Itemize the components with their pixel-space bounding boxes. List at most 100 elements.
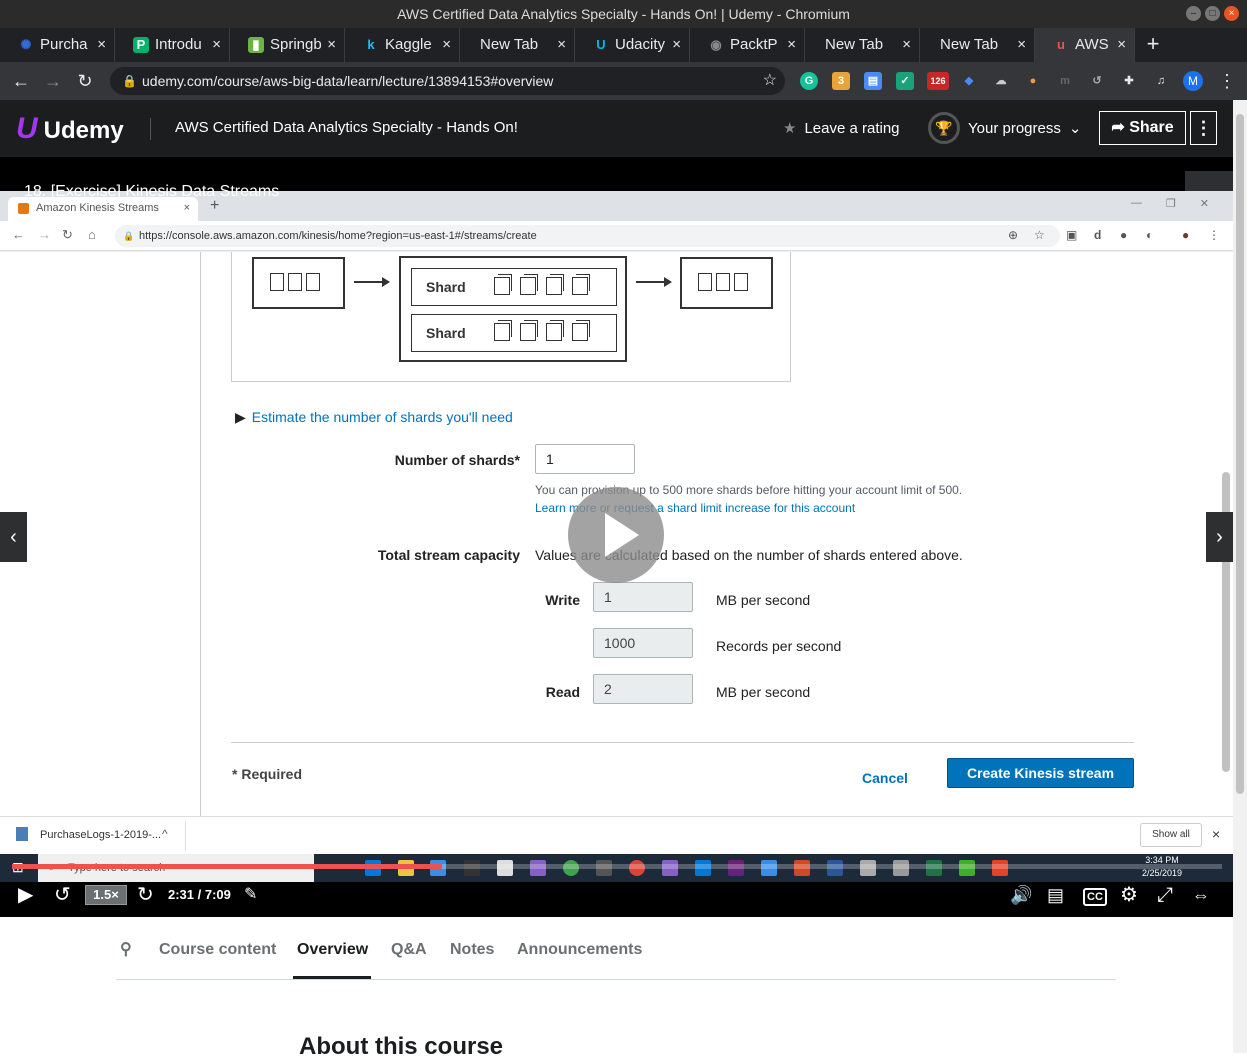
- grammarly-icon[interactable]: G: [800, 72, 818, 90]
- tab-label: New Tab: [480, 36, 539, 53]
- tab-label: AWS: [1075, 36, 1109, 53]
- browser-tab[interactable]: New Tab ×: [920, 28, 1035, 62]
- tab-close-icon[interactable]: ×: [327, 28, 336, 62]
- tab-close-icon[interactable]: ×: [1117, 28, 1126, 62]
- playback-speed-button[interactable]: 1.5×: [85, 885, 127, 905]
- theater-mode-icon[interactable]: ⇔: [1192, 883, 1210, 907]
- reload-icon[interactable]: ↻: [72, 68, 98, 94]
- transcript-icon[interactable]: ▤: [1047, 883, 1064, 907]
- browser-tab[interactable]: New Tab ×: [805, 28, 920, 62]
- video-player[interactable]: 18. [Exercise] Kinesis Data Streams ← Am…: [0, 157, 1233, 917]
- tab-close-icon[interactable]: ×: [787, 28, 796, 62]
- browser-tab[interactable]: P Introdu ×: [115, 28, 230, 62]
- tab-notes[interactable]: Notes: [450, 941, 494, 959]
- play-overlay-icon[interactable]: [568, 487, 664, 583]
- udemy-logo[interactable]: U Udemy: [16, 112, 124, 146]
- tab-close-icon[interactable]: ×: [442, 28, 451, 62]
- browser-tab[interactable]: U Udacity ×: [575, 28, 690, 62]
- video-progress-bar[interactable]: [12, 864, 1222, 869]
- browser-tab[interactable]: ◉ PacktP ×: [690, 28, 805, 62]
- page-scrollbar[interactable]: [1233, 100, 1247, 1053]
- tab-favicon-icon: P: [133, 37, 149, 53]
- extension-icon[interactable]: ◆: [960, 72, 978, 90]
- lock-icon: 🔒: [123, 231, 135, 241]
- play-icon[interactable]: ▶: [18, 883, 33, 907]
- lecture-title: 18. [Exercise] Kinesis Data Streams: [24, 183, 280, 200]
- new-tab-icon[interactable]: +: [1135, 28, 1171, 62]
- forward-icon: →: [38, 227, 51, 242]
- forward-icon[interactable]: ↻: [137, 883, 154, 907]
- forward-icon[interactable]: →: [40, 68, 66, 94]
- extension-icon[interactable]: 3: [832, 72, 850, 90]
- extension-icon[interactable]: ✓: [896, 72, 914, 90]
- extension-icon[interactable]: 126: [927, 72, 949, 90]
- profile-initial: M: [1188, 74, 1198, 88]
- udemy-logo-text: Udemy: [43, 117, 124, 144]
- course-title[interactable]: AWS Certified Data Analytics Specialty -…: [175, 119, 518, 136]
- browser-tab[interactable]: k Kaggle ×: [345, 28, 460, 62]
- chevron-up-icon: ^: [162, 827, 168, 841]
- download-file: PurchaseLogs-1-2019-...: [40, 829, 162, 841]
- close-window-icon[interactable]: ×: [1224, 6, 1239, 21]
- cancel-link: Cancel: [862, 770, 908, 786]
- minimize-icon[interactable]: –: [1186, 6, 1201, 21]
- tab-close-icon[interactable]: ×: [97, 28, 106, 62]
- recorded-download-bar: PurchaseLogs-1-2019-... ^ Show all ×: [0, 816, 1233, 854]
- course-tabs: ⚲ Course content Overview Q&A Notes Anno…: [116, 917, 1116, 980]
- browser-tab-active[interactable]: u AWS ×: [1035, 28, 1135, 62]
- extension-icon[interactable]: ●: [1024, 72, 1042, 90]
- profile-avatar[interactable]: M: [1183, 71, 1203, 91]
- back-icon: ←: [12, 227, 25, 242]
- extension-icon[interactable]: m: [1056, 72, 1074, 90]
- browser-tab[interactable]: ✺ Purcha ×: [0, 28, 115, 62]
- tab-close-icon[interactable]: ×: [212, 28, 221, 62]
- notes-icon[interactable]: ✎: [244, 883, 257, 907]
- leave-rating-button[interactable]: ★ Leave a rating: [783, 119, 900, 137]
- shards-label: Number of shards*: [394, 452, 520, 468]
- extension-badge: 3: [837, 75, 845, 87]
- read-mb-unit: MB per second: [716, 684, 811, 700]
- extension-icon: ▣: [1066, 228, 1078, 242]
- puzzle-icon[interactable]: ✚: [1120, 72, 1138, 90]
- browser-tab[interactable]: New Tab ×: [460, 28, 575, 62]
- reload-icon: ↻: [62, 227, 73, 242]
- share-button[interactable]: ➦ Share: [1099, 111, 1186, 145]
- star-icon: ★: [783, 120, 797, 137]
- back-icon[interactable]: ←: [8, 68, 34, 94]
- bookmark-star-icon[interactable]: ☆: [763, 67, 777, 95]
- recorded-url: https://console.aws.amazon.com/kinesis/h…: [139, 230, 537, 242]
- tab-overview[interactable]: Overview: [297, 941, 368, 959]
- read-label: Read: [545, 684, 580, 700]
- extension-icon: ●: [1120, 228, 1128, 242]
- previous-lecture-icon[interactable]: ‹: [0, 512, 27, 562]
- rewind-icon[interactable]: ↺: [54, 883, 71, 907]
- cloud-icon[interactable]: ☁: [992, 72, 1010, 90]
- next-lecture-icon[interactable]: ›: [1206, 512, 1233, 562]
- history-icon[interactable]: ↺: [1088, 72, 1106, 90]
- browser-menu-icon[interactable]: ⋮: [1214, 68, 1240, 94]
- extension-icon: d: [1094, 228, 1102, 242]
- tab-close-icon[interactable]: ×: [902, 28, 911, 62]
- captions-button[interactable]: CC: [1083, 888, 1107, 906]
- address-bar[interactable]: 🔒 udemy.com/course/aws-big-data/learn/le…: [110, 67, 785, 95]
- tab-close-icon[interactable]: ×: [557, 28, 566, 62]
- search-icon[interactable]: ⚲: [120, 939, 132, 959]
- page-scrollbar-thumb[interactable]: [1236, 114, 1244, 794]
- tab-favicon-icon: ▮: [248, 37, 264, 53]
- docs-icon[interactable]: ▤: [864, 72, 882, 90]
- media-icon[interactable]: ♫: [1152, 72, 1170, 90]
- tab-announcements[interactable]: Announcements: [517, 941, 642, 959]
- progress-button[interactable]: 🏆 Your progress ⌄: [928, 112, 1081, 144]
- maximize-icon[interactable]: □: [1205, 6, 1220, 21]
- volume-icon[interactable]: 🔊: [1010, 883, 1032, 907]
- more-options-button[interactable]: ⋮: [1190, 111, 1217, 145]
- tab-qa[interactable]: Q&A: [391, 941, 427, 959]
- tab-close-icon[interactable]: ×: [672, 28, 681, 62]
- browser-tab[interactable]: ▮ Springb ×: [230, 28, 345, 62]
- about-heading: About this course: [299, 1033, 504, 1060]
- tab-label: Purcha: [40, 36, 88, 53]
- settings-gear-icon[interactable]: ⚙: [1120, 883, 1138, 907]
- tab-close-icon[interactable]: ×: [1017, 28, 1026, 62]
- fullscreen-icon[interactable]: ⤢: [1157, 883, 1173, 907]
- tab-course-content[interactable]: Course content: [159, 941, 276, 959]
